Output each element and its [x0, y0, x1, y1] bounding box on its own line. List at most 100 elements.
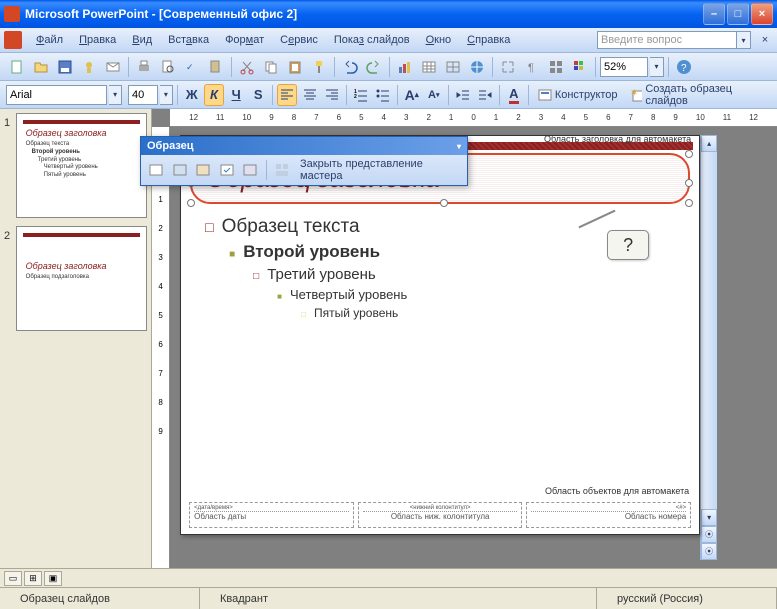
body-level-3[interactable]: Третий уровень: [253, 266, 675, 283]
print-button[interactable]: [133, 56, 155, 78]
menu-tools[interactable]: Сервис: [272, 31, 326, 49]
decrease-font-button[interactable]: A▾: [424, 84, 444, 106]
title-placeholder-caption: Область заголовка для автомакета: [544, 134, 691, 144]
align-left-button[interactable]: [277, 84, 297, 106]
align-center-button[interactable]: [299, 84, 319, 106]
table-button[interactable]: [418, 56, 440, 78]
menu-window[interactable]: Окно: [418, 31, 460, 49]
close-button[interactable]: ×: [751, 3, 773, 25]
permission-button[interactable]: [78, 56, 100, 78]
copy-button[interactable]: [260, 56, 282, 78]
callout[interactable]: ?: [607, 230, 649, 268]
create-master-button[interactable]: ✶Создать образец слайдов: [625, 84, 771, 106]
menu-view[interactable]: Вид: [124, 31, 160, 49]
help-button[interactable]: ?: [673, 56, 695, 78]
master-toolbar-title[interactable]: Образец ▾: [141, 137, 467, 155]
master-toolbar-dropdown-icon[interactable]: ▾: [457, 142, 461, 151]
paste-button[interactable]: [284, 56, 306, 78]
open-button[interactable]: [30, 56, 52, 78]
preserve-master-button[interactable]: [217, 159, 238, 181]
menu-file[interactable]: Файл: [28, 31, 71, 49]
status-layout: Образец слайдов: [0, 588, 200, 609]
designer-button[interactable]: Конструктор: [533, 84, 623, 106]
slide-canvas[interactable]: Область заголовка для автомакета Образец…: [180, 135, 700, 535]
doc-close-button[interactable]: ×: [757, 32, 773, 48]
save-button[interactable]: [54, 56, 76, 78]
body-level-1[interactable]: Образец текста: [205, 216, 675, 238]
menu-edit[interactable]: Правка: [71, 31, 124, 49]
insert-slide-master-button[interactable]: [146, 159, 167, 181]
zoom-dropdown[interactable]: ▾: [650, 57, 664, 77]
menu-help[interactable]: Справка: [459, 31, 518, 49]
horizontal-ruler[interactable]: 1211109876543210123456789101112: [170, 109, 777, 127]
standard-toolbar: ✓ ¶ 52% ▾ ?: [0, 53, 777, 81]
normal-view-button[interactable]: ▭: [4, 571, 22, 586]
menu-format[interactable]: Формат: [217, 31, 272, 49]
decrease-indent-button[interactable]: [453, 84, 473, 106]
undo-button[interactable]: [339, 56, 361, 78]
font-size-dropdown[interactable]: ▾: [160, 85, 173, 105]
zoom-combo[interactable]: 52%: [600, 57, 648, 77]
font-combo[interactable]: Arial: [6, 85, 107, 105]
footer-date-placeholder[interactable]: <дата/время> Область даты: [189, 502, 354, 528]
slide-thumbnail-1[interactable]: Образец заголовка Образец текста Второй …: [16, 113, 147, 218]
format-toolbar: Arial ▾ 40 ▾ Ж К Ч S 12 A▴ A▾ A Конструк…: [0, 81, 777, 109]
redo-button[interactable]: [363, 56, 385, 78]
menu-slideshow[interactable]: Показ слайдов: [326, 31, 418, 49]
master-layout-button[interactable]: [272, 159, 293, 181]
footer-number-placeholder[interactable]: <#> Область номера: [526, 502, 691, 528]
email-button[interactable]: [102, 56, 124, 78]
master-toolbar[interactable]: Образец ▾ Закрыть представление мастера: [140, 136, 468, 186]
bullets-button[interactable]: [373, 84, 393, 106]
cut-button[interactable]: [236, 56, 258, 78]
footer-text-placeholder[interactable]: <нижний колонтитул> Область ниж. колонти…: [358, 502, 523, 528]
body-level-4[interactable]: Четвертый уровень: [277, 287, 675, 302]
underline-button[interactable]: Ч: [226, 84, 246, 106]
menu-insert[interactable]: Вставка: [160, 31, 217, 49]
maximize-button[interactable]: □: [727, 3, 749, 25]
app-icon: [4, 6, 20, 22]
color-button[interactable]: [569, 56, 591, 78]
shadow-button[interactable]: S: [248, 84, 268, 106]
insert-title-master-button[interactable]: [170, 159, 191, 181]
font-dropdown[interactable]: ▾: [109, 85, 122, 105]
preview-button[interactable]: [157, 56, 179, 78]
show-formatting-button[interactable]: ¶: [521, 56, 543, 78]
thumb-number: 2: [4, 226, 16, 331]
ask-question-input[interactable]: Введите вопрос: [597, 31, 737, 49]
font-color-button[interactable]: A: [504, 84, 524, 106]
prev-slide-button[interactable]: ⦿: [701, 526, 717, 543]
svg-text:?: ?: [681, 63, 687, 74]
research-button[interactable]: [205, 56, 227, 78]
slide-thumbnail-panel: 1 Образец заголовка Образец текста Второ…: [0, 109, 152, 568]
ask-dropdown[interactable]: ▾: [737, 31, 751, 49]
rename-master-button[interactable]: [240, 159, 261, 181]
slideshow-view-button[interactable]: ▣: [44, 571, 62, 586]
align-right-button[interactable]: [322, 84, 342, 106]
next-slide-button[interactable]: ⦿: [701, 543, 717, 560]
increase-font-button[interactable]: A▴: [402, 84, 422, 106]
font-size-combo[interactable]: 40: [128, 85, 158, 105]
increase-indent-button[interactable]: [475, 84, 495, 106]
bold-button[interactable]: Ж: [182, 84, 202, 106]
chart-button[interactable]: [394, 56, 416, 78]
delete-master-button[interactable]: [193, 159, 214, 181]
grid-button[interactable]: [545, 56, 567, 78]
format-painter-button[interactable]: [308, 56, 330, 78]
expand-button[interactable]: [497, 56, 519, 78]
hyperlink-button[interactable]: [466, 56, 488, 78]
scroll-up-button[interactable]: ▴: [701, 135, 717, 152]
minimize-button[interactable]: –: [703, 3, 725, 25]
italic-button[interactable]: К: [204, 84, 224, 106]
body-level-5[interactable]: Пятый уровень: [301, 306, 675, 320]
vertical-ruler[interactable]: 10123456789: [152, 127, 170, 568]
vertical-scrollbar[interactable]: ▴ ▾ ⦿ ⦿: [700, 135, 717, 560]
spelling-button[interactable]: ✓: [181, 56, 203, 78]
sorter-view-button[interactable]: ⊞: [24, 571, 42, 586]
numbering-button[interactable]: 12: [351, 84, 371, 106]
scroll-down-button[interactable]: ▾: [701, 509, 717, 526]
slide-thumbnail-2[interactable]: Образец заголовка Образец подзаголовка: [16, 226, 147, 331]
new-button[interactable]: [6, 56, 28, 78]
tables-borders-button[interactable]: [442, 56, 464, 78]
close-master-view-button[interactable]: Закрыть представление мастера: [295, 158, 462, 182]
